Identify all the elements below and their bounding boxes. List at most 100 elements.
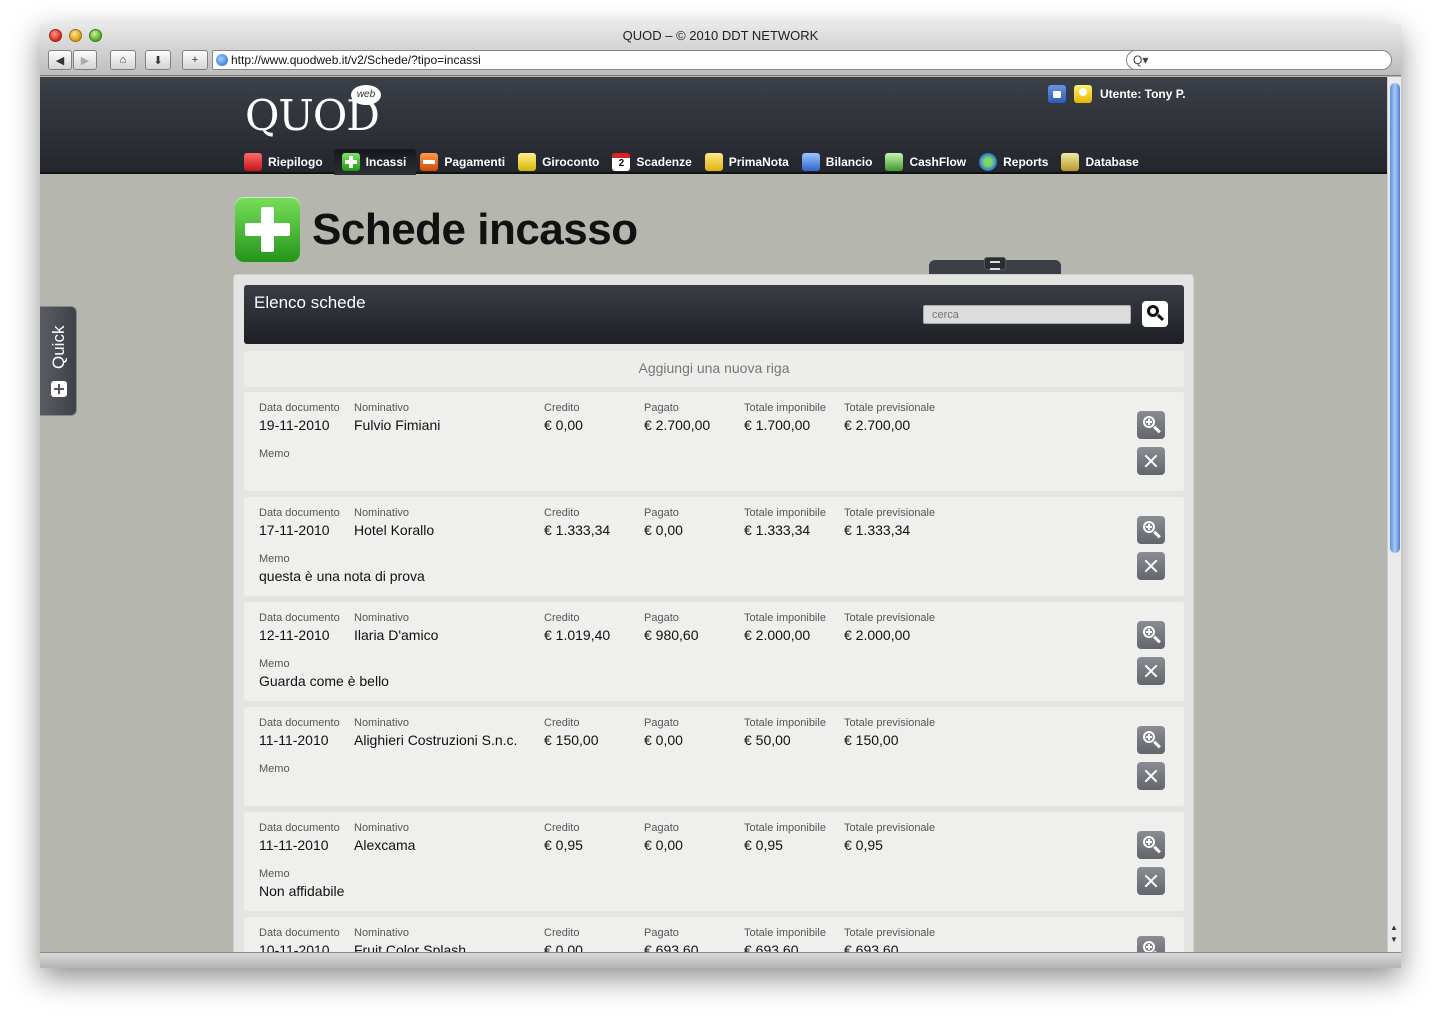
search-button[interactable] <box>1142 301 1168 327</box>
forecast-value: € 693,60 <box>844 942 899 952</box>
forecast-value: € 0,95 <box>844 837 883 853</box>
zoom-icon-handle <box>1153 635 1161 644</box>
paid-value: € 2.700,00 <box>644 417 711 433</box>
memo-value: Guarda come è bello <box>259 673 389 689</box>
menu-item-pagamenti[interactable]: Pagamenti <box>418 149 514 175</box>
taxable-label: Totale imponibile <box>744 507 826 519</box>
taxable-value: € 0,95 <box>744 837 783 853</box>
record-row[interactable]: Data documento 12-11-2010 Nominativo Ilaria… <box>244 602 1184 701</box>
status-bar <box>40 952 1401 968</box>
memo-label: Memo <box>259 658 290 670</box>
home-button[interactable]: ⌂ <box>110 50 136 70</box>
date-label: Data documento <box>259 402 340 414</box>
toggle-icon <box>984 257 1006 270</box>
menu-item-incassi[interactable]: Incassi <box>333 149 417 175</box>
home-icon: ⌂ <box>119 54 127 66</box>
view-record-button[interactable] <box>1137 621 1165 649</box>
add-bookmark-button[interactable]: + <box>182 50 208 70</box>
download-icon: ⬇ <box>153 54 163 67</box>
back-button[interactable]: ◀ <box>48 50 72 70</box>
vertical-scrollbar[interactable]: ▲ ▼ <box>1387 77 1401 952</box>
zoom-icon-handle <box>1153 845 1161 854</box>
quick-side-tab[interactable]: Quick <box>40 306 77 416</box>
window-title: QUOD – © 2010 DDT NETWORK <box>622 28 819 43</box>
credit-label: Credito <box>544 507 580 519</box>
forward-button[interactable]: ▶ <box>73 50 97 70</box>
browser-search-field[interactable]: Q▾ <box>1126 50 1392 70</box>
menu-label: Incassi <box>365 155 407 169</box>
paid-value: € 693,60 <box>644 942 699 952</box>
date-label: Data documento <box>259 612 340 624</box>
name-value: Fulvio Fimiani <box>354 417 441 433</box>
view-record-button[interactable] <box>1137 411 1165 439</box>
credit-value: € 1.333,34 <box>544 522 611 538</box>
delete-record-button[interactable] <box>1137 657 1165 685</box>
credit-label: Credito <box>544 717 580 729</box>
report-icon <box>979 153 998 171</box>
paid-label: Pagato <box>644 612 679 624</box>
panel-toggle-tab[interactable] <box>929 257 1061 274</box>
menu-item-primanota[interactable]: PrimaNota <box>703 149 798 175</box>
menu-label: Reports <box>1003 155 1049 169</box>
panel-title: Elenco schede <box>254 293 366 312</box>
record-row[interactable]: Data documento 11-11-2010 Nominativo Alexca… <box>244 812 1184 911</box>
menu-item-bilancio[interactable]: Bilancio <box>800 149 882 175</box>
date-label: Data documento <box>259 507 340 519</box>
forecast-label: Totale previsionale <box>844 822 936 834</box>
name-label: Nominativo <box>354 507 410 519</box>
main-menu: Riepilogo Incassi Pagamenti Giroconto 2S… <box>242 149 1150 175</box>
delete-record-button[interactable] <box>1137 552 1165 580</box>
date-value: 19-11-2010 <box>259 417 330 433</box>
record-row[interactable]: Data documento 11-11-2010 Nominativo Alighi… <box>244 707 1184 806</box>
record-row[interactable]: Data documento 17-11-2010 Nominativo Hotel … <box>244 497 1184 596</box>
record-row[interactable]: Data documento 19-11-2010 Nominativo Fulvio… <box>244 392 1184 491</box>
menu-item-giroconto[interactable]: Giroconto <box>516 149 608 175</box>
name-value: Fruit Color Splash <box>354 942 467 952</box>
forecast-label: Totale previsionale <box>844 402 936 414</box>
delete-record-button[interactable] <box>1137 867 1165 895</box>
minus-icon <box>420 153 439 171</box>
delete-record-button[interactable] <box>1137 447 1165 475</box>
paid-value: € 980,60 <box>644 627 699 643</box>
menu-item-database[interactable]: Database <box>1059 149 1147 175</box>
date-value: 11-11-2010 <box>259 837 329 853</box>
menu-label: Database <box>1085 155 1139 169</box>
forecast-value: € 150,00 <box>844 732 899 748</box>
menu-item-scadenze[interactable]: 2 Scadenze <box>610 149 700 175</box>
view-record-button[interactable] <box>1137 936 1165 952</box>
view-record-button[interactable] <box>1137 831 1165 859</box>
scroll-thumb[interactable] <box>1390 83 1400 553</box>
menu-label: Giroconto <box>542 155 600 169</box>
menu-item-riepilogo[interactable]: Riepilogo <box>242 149 332 175</box>
page-viewport: QUOD web Utente: Tony P. Riepilogo Incas… <box>40 77 1387 952</box>
menu-item-cashflow[interactable]: CashFlow <box>883 149 975 175</box>
credit-label: Credito <box>544 402 580 414</box>
forecast-label: Totale previsionale <box>844 612 936 624</box>
user-label: Utente: Tony P. <box>1100 87 1186 101</box>
paid-label: Pagato <box>644 927 679 939</box>
view-record-button[interactable] <box>1137 726 1165 754</box>
view-record-button[interactable] <box>1137 516 1165 544</box>
menu-item-reports[interactable]: Reports <box>977 149 1057 175</box>
name-label: Nominativo <box>354 822 410 834</box>
address-bar[interactable]: http://www.quodweb.it/v2/Schede/?tipo=in… <box>212 50 1158 70</box>
scroll-up-icon[interactable]: ▲ <box>1390 923 1398 932</box>
menu-label: PrimaNota <box>728 155 789 169</box>
search-input[interactable] <box>923 305 1131 324</box>
plus-icon <box>51 381 67 397</box>
forecast-label: Totale previsionale <box>844 507 936 519</box>
add-row-button[interactable]: Aggiungi una nuova riga <box>244 351 1184 387</box>
taxable-value: € 50,00 <box>744 732 791 748</box>
downloads-button[interactable]: ⬇ <box>145 50 171 70</box>
incasso-plus-icon <box>235 197 300 262</box>
delete-record-button[interactable] <box>1137 762 1165 790</box>
memo-label: Memo <box>259 763 290 775</box>
scroll-down-icon[interactable]: ▼ <box>1390 935 1398 944</box>
lock-icon[interactable] <box>1048 85 1066 103</box>
paid-label: Pagato <box>644 717 679 729</box>
menu-label: Pagamenti <box>444 155 506 169</box>
forward-arrow-icon: ▶ <box>80 54 90 67</box>
search-icon-handle <box>1156 313 1165 322</box>
menu-label: Riepilogo <box>268 155 323 169</box>
record-row[interactable]: Data documento 10-11-2010 Nominativo Fruit … <box>244 917 1184 952</box>
